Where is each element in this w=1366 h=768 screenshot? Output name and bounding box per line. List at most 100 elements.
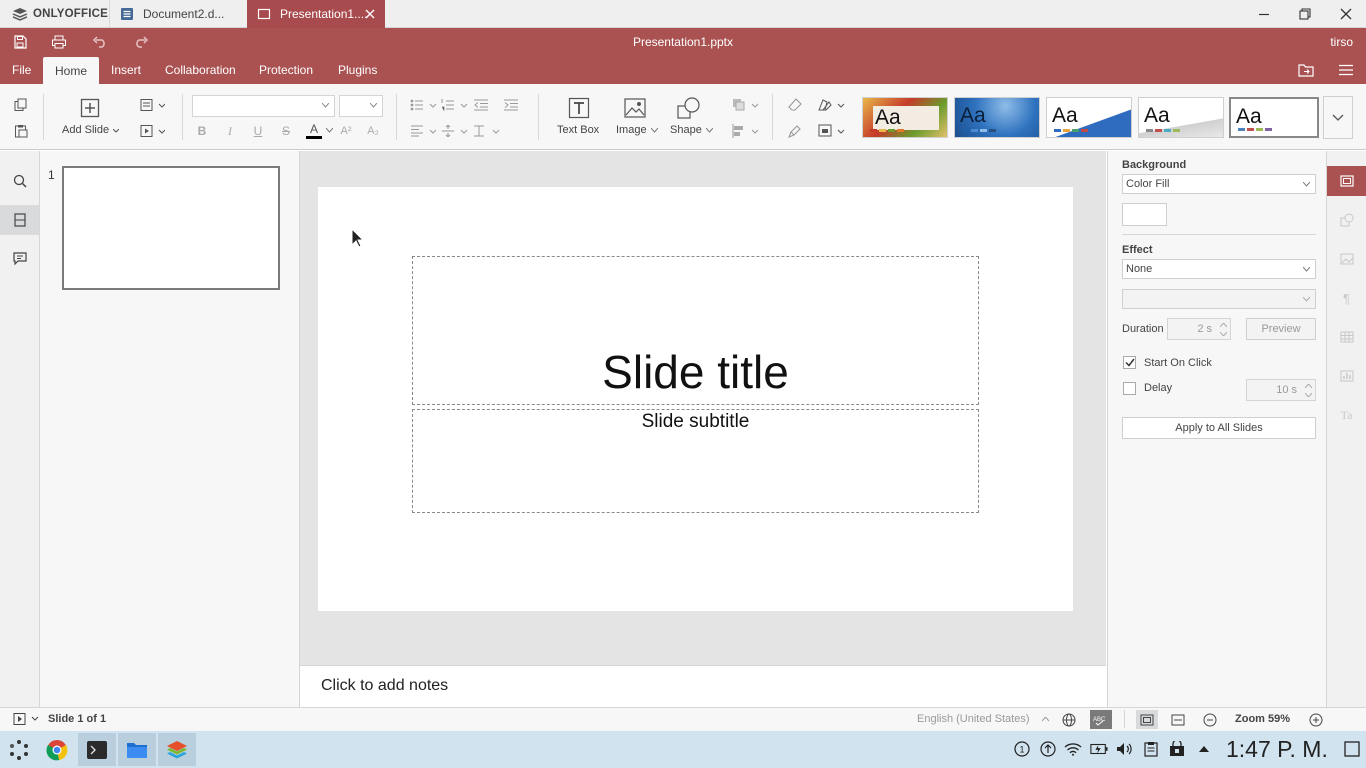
preview-button[interactable]: Preview	[1246, 318, 1316, 340]
shape-button[interactable]: Shape	[666, 94, 716, 140]
zoom-out-icon[interactable]	[1201, 711, 1219, 729]
spell-check-icon[interactable]: ABC	[1090, 710, 1112, 729]
tab-document2[interactable]: Document2.d...	[109, 0, 247, 28]
spinner-down-icon[interactable]	[1219, 331, 1227, 337]
image-settings-icon[interactable]	[1327, 244, 1366, 274]
spinner-up-icon[interactable]	[1219, 322, 1227, 328]
close-window-button[interactable]	[1326, 0, 1366, 28]
clear-style-icon[interactable]	[785, 96, 805, 114]
font-color-button[interactable]: A	[304, 122, 334, 140]
tab-insert[interactable]: Insert	[101, 56, 151, 84]
open-file-location-icon[interactable]	[1294, 58, 1318, 82]
copy-style-icon[interactable]	[785, 122, 805, 140]
chart-settings-icon[interactable]	[1327, 361, 1366, 391]
terminal-icon[interactable]	[78, 733, 116, 766]
document-language-icon[interactable]	[1060, 711, 1078, 729]
comments-icon[interactable]	[0, 243, 39, 273]
show-desktop-icon[interactable]	[1343, 740, 1361, 758]
wifi-icon[interactable]	[1064, 740, 1082, 758]
slide-thumbnail[interactable]	[62, 166, 280, 290]
text-box-button[interactable]: Text Box	[553, 94, 605, 140]
theme-2[interactable]: Aa	[954, 97, 1040, 138]
strikethrough-icon[interactable]: S	[278, 123, 294, 139]
background-fill-select[interactable]: Color Fill	[1122, 174, 1316, 194]
volume-icon[interactable]	[1116, 740, 1134, 758]
numbering-icon[interactable]	[440, 96, 468, 114]
fit-slide-icon[interactable]	[1136, 710, 1158, 729]
vertical-align-icon[interactable]	[440, 122, 468, 140]
theme-1[interactable]: Aa	[862, 97, 948, 138]
fit-width-icon[interactable]	[1169, 711, 1187, 729]
theme-4[interactable]: Aa	[1138, 97, 1224, 138]
clipboard-icon[interactable]	[1142, 740, 1160, 758]
paragraph-settings-icon[interactable]: ¶	[1327, 283, 1366, 313]
close-tab-icon[interactable]	[363, 7, 377, 21]
theme-3[interactable]: Aa	[1046, 97, 1132, 138]
delay-spinner[interactable]: 10 s	[1246, 379, 1316, 401]
hamburger-menu-icon[interactable]	[1334, 58, 1358, 82]
show-hidden-icons-icon[interactable]	[1195, 740, 1213, 758]
add-slide-button[interactable]: Add Slide	[58, 94, 122, 140]
underline-icon[interactable]: U	[250, 123, 266, 139]
onlyoffice-app-icon[interactable]	[158, 733, 196, 766]
superscript-icon[interactable]: A²	[338, 123, 354, 139]
tab-presentation1[interactable]: Presentation1....	[247, 0, 385, 28]
bullets-icon[interactable]	[409, 96, 437, 114]
clock[interactable]: 1:47 P. M.	[1226, 736, 1328, 763]
decrease-indent-icon[interactable]	[472, 96, 490, 114]
bold-icon[interactable]: B	[194, 123, 210, 139]
file-manager-icon[interactable]	[118, 733, 156, 766]
start-on-click-checkbox[interactable]	[1123, 356, 1136, 369]
minimize-button[interactable]	[1244, 0, 1284, 28]
slide-layout-icon[interactable]	[138, 96, 166, 114]
search-icon[interactable]	[0, 166, 39, 196]
italic-icon[interactable]: I	[222, 123, 238, 139]
font-name-select[interactable]	[192, 95, 335, 117]
tab-protection[interactable]: Protection	[249, 56, 323, 84]
battery-icon[interactable]	[1090, 740, 1108, 758]
background-color-swatch[interactable]	[1122, 203, 1167, 226]
notes-placeholder[interactable]: Click to add notes	[321, 677, 448, 695]
themes-more-button[interactable]	[1323, 96, 1353, 139]
print-icon[interactable]	[47, 30, 71, 54]
effect-type-select[interactable]	[1122, 289, 1316, 309]
text-art-settings-icon[interactable]: Ta	[1327, 400, 1366, 430]
table-settings-icon[interactable]	[1327, 322, 1366, 352]
vaults-icon[interactable]	[1168, 740, 1186, 758]
align-left-icon[interactable]	[409, 122, 437, 140]
copy-icon[interactable]	[11, 96, 31, 114]
app-launcher-icon[interactable]	[0, 733, 38, 766]
theme-5[interactable]: Aa	[1229, 97, 1319, 138]
spinner-up-icon[interactable]	[1304, 383, 1312, 389]
increase-indent-icon[interactable]	[502, 96, 520, 114]
tab-collaboration[interactable]: Collaboration	[155, 56, 246, 84]
paste-icon[interactable]	[11, 122, 31, 140]
delay-checkbox[interactable]	[1123, 382, 1136, 395]
duration-spinner[interactable]: 2 s	[1167, 318, 1231, 340]
zoom-in-icon[interactable]	[1307, 711, 1325, 729]
align-shape-icon[interactable]	[730, 122, 760, 140]
notification-count-icon[interactable]: 1	[1013, 740, 1031, 758]
slide-title-text[interactable]: Slide title	[412, 345, 979, 399]
subscript-icon[interactable]: A₂	[365, 123, 381, 139]
apply-to-all-slides-button[interactable]: Apply to All Slides	[1122, 417, 1316, 439]
font-size-select[interactable]	[339, 95, 383, 117]
chrome-icon[interactable]	[38, 733, 76, 766]
shape-settings-icon[interactable]	[1327, 205, 1366, 235]
language-select[interactable]: English (United States)	[917, 713, 1030, 725]
spinner-down-icon[interactable]	[1304, 392, 1312, 398]
slides-panel-icon[interactable]	[0, 205, 39, 235]
line-spacing-icon[interactable]	[472, 122, 500, 140]
updates-icon[interactable]	[1039, 740, 1057, 758]
user-name[interactable]: tirso	[1330, 28, 1353, 56]
undo-icon[interactable]	[88, 30, 112, 54]
slide-settings-icon[interactable]	[1327, 166, 1366, 196]
color-scheme-icon[interactable]	[816, 96, 846, 114]
arrange-icon[interactable]	[730, 96, 760, 114]
tab-plugins[interactable]: Plugins	[328, 56, 387, 84]
image-button[interactable]: Image	[612, 94, 660, 140]
slide-subtitle-text[interactable]: Slide subtitle	[412, 411, 979, 433]
tab-home[interactable]: Home	[43, 57, 99, 84]
start-slideshow-icon[interactable]	[138, 122, 166, 140]
slide-size-icon[interactable]	[816, 122, 846, 140]
